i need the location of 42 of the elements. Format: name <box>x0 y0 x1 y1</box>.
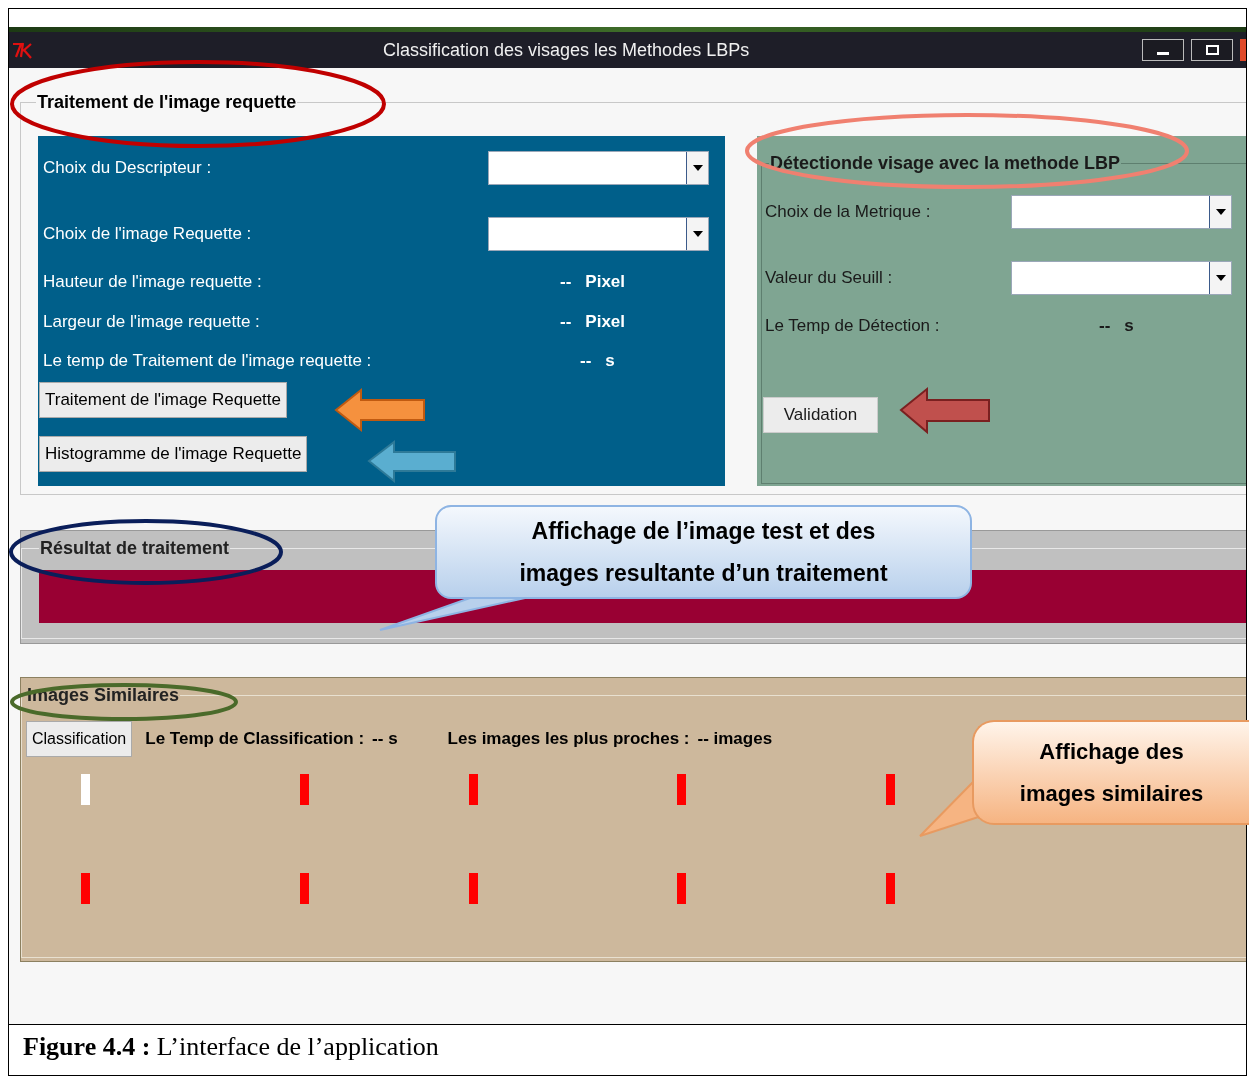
dropdown-arrow-icon <box>1215 209 1226 215</box>
field-label: Largeur de l'image requette : <box>43 310 261 333</box>
callout: Affichage des images similaires <box>972 720 1249 825</box>
stat-value: -- images <box>697 728 773 751</box>
value-text: -- <box>580 350 592 372</box>
field-label: Choix de la Metrique : <box>765 201 931 224</box>
dropdown-field[interactable] <box>1011 261 1232 295</box>
group-title: Détectionde visage avec la methode LBP <box>769 152 1122 175</box>
field-label: Choix de l'image Requette : <box>43 223 252 246</box>
action-button[interactable]: Histogramme de l'image Requette <box>39 435 308 472</box>
dropdown-arrow-icon <box>692 165 703 171</box>
callout: Affichage de l’image test et des images resultante d’un traitement <box>435 505 972 599</box>
dropdown-field[interactable] <box>488 217 709 251</box>
unit-text: Pixel <box>585 310 626 333</box>
value-text: -- <box>1099 315 1111 337</box>
field-label: Valeur du Seuill : <box>765 267 893 290</box>
value-text: -- <box>560 271 572 293</box>
maximize-button[interactable] <box>1191 39 1233 61</box>
validation-button[interactable]: Validation <box>763 396 878 433</box>
field-label: Choix du Descripteur : <box>43 157 212 180</box>
app-icon <box>12 41 34 59</box>
stat-label: Les images les plus proches : <box>447 728 690 751</box>
group-title: Traitement de l'image requette <box>36 91 298 114</box>
classification-button[interactable]: Classification <box>26 721 133 757</box>
dropdown-arrow-icon <box>1215 275 1226 281</box>
field-label: Le temp de Traitement de l'image requette : <box>43 350 373 372</box>
field-label: Le Temp de Détection : <box>765 315 941 337</box>
value-text: -- <box>560 310 572 333</box>
dropdown-arrow-icon <box>692 231 703 237</box>
group-title: Résultat de traitement <box>39 537 231 560</box>
unit-text: s <box>1124 315 1134 337</box>
action-button[interactable]: Traitement de l'image Requette <box>39 381 288 418</box>
window-title: Classification des visages les Methodes LBPs <box>383 38 750 62</box>
unit-text: Pixel <box>585 271 626 293</box>
stat-label: Le Temp de Classification : <box>145 728 365 751</box>
dropdown-field[interactable] <box>488 151 709 185</box>
figure-caption: Figure 4.4 : L’interface de l’application <box>23 1030 439 1063</box>
field-label: Hauteur de l'image requette : <box>43 271 263 293</box>
unit-text: s <box>605 350 615 372</box>
minimize-button[interactable] <box>1142 39 1184 61</box>
dropdown-field[interactable] <box>1011 195 1232 229</box>
stat-value: -- s <box>372 728 398 751</box>
